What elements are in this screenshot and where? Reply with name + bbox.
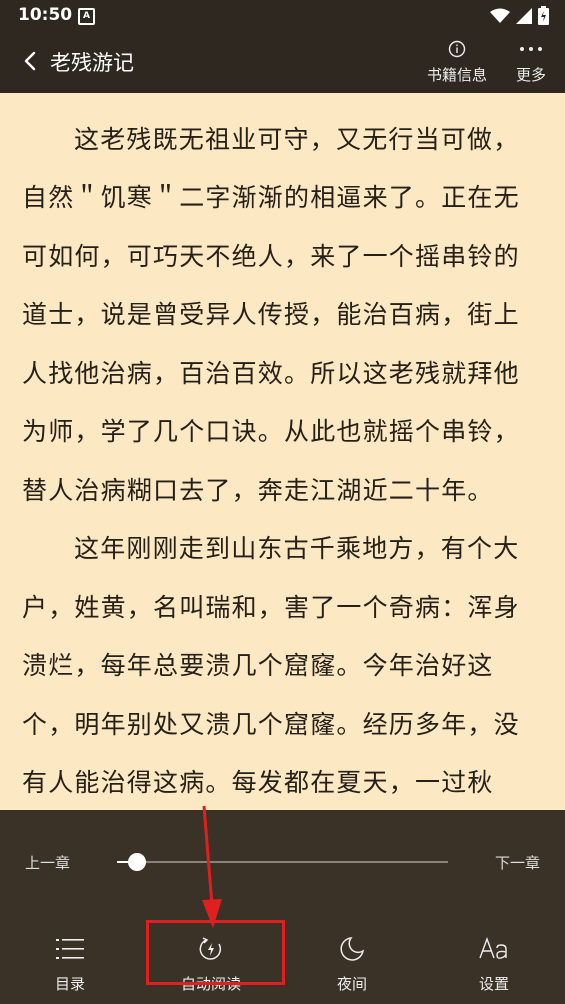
book-title: 老残游记: [50, 47, 134, 77]
reader-toolbar: 老残游记 书籍信息 更多: [0, 32, 565, 93]
book-info-button[interactable]: 书籍信息: [424, 38, 490, 85]
back-icon[interactable]: [20, 50, 42, 72]
prev-chapter-button[interactable]: 上一章: [25, 852, 70, 873]
nav-night-mode[interactable]: 夜间: [307, 935, 397, 994]
status-bar: 10:50 A: [0, 0, 565, 32]
wifi-icon: [490, 8, 510, 24]
status-icons: [490, 6, 549, 25]
notification-a-icon: A: [78, 8, 95, 25]
nav-label: 设置: [449, 973, 539, 994]
reading-page[interactable]: 他几个在那儿： 这老残既无祖业可守，又无行当可做，自然＂饥寒＂二字渐渐的相逼来了…: [0, 93, 565, 810]
nav-table-of-contents[interactable]: 目录: [25, 935, 115, 994]
list-icon: [56, 938, 84, 960]
chapter-progress-slider[interactable]: [117, 861, 448, 863]
paragraph: 这老残既无祖业可守，又无行当可做，自然＂饥寒＂二字渐渐的相逼来了。正在无可如何，…: [0, 111, 565, 521]
status-time: 10:50: [18, 5, 72, 25]
paragraph: 这年刚刚走到山东古千乘地方，有个大户，姓黄，名叫瑞和，害了一个奇病：浑身溃烂，每…: [0, 520, 565, 810]
book-info-label: 书籍信息: [424, 64, 490, 85]
paragraph: 他几个在那儿：: [0, 93, 565, 111]
battery-icon: [538, 6, 549, 25]
font-settings-icon: [479, 937, 509, 961]
info-icon: [448, 40, 466, 58]
nav-settings[interactable]: 设置: [449, 935, 539, 994]
slider-thumb[interactable]: [128, 853, 146, 871]
signal-icon: [516, 8, 532, 24]
more-button[interactable]: 更多: [512, 38, 550, 85]
next-chapter-button[interactable]: 下一章: [495, 852, 540, 873]
moon-icon: [339, 936, 365, 962]
annotation-highlight-box: [146, 920, 285, 985]
more-dots-icon: [519, 46, 543, 52]
nav-label: 夜间: [307, 973, 397, 994]
more-label: 更多: [512, 64, 550, 85]
nav-label: 目录: [25, 973, 115, 994]
